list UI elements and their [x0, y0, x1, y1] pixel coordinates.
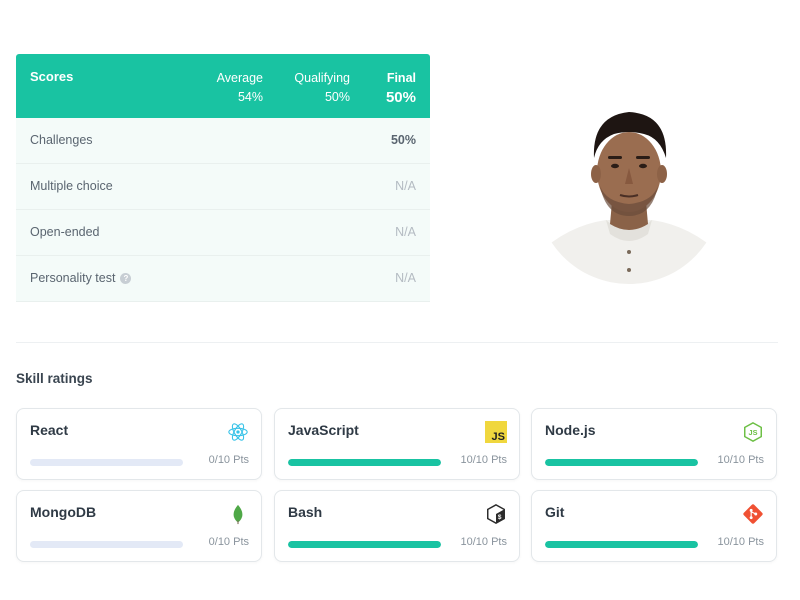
score-row-personality-test: Personality test ? N/A — [16, 256, 430, 302]
svg-text:JS: JS — [749, 428, 758, 437]
skill-name: React — [30, 422, 69, 438]
skill-progress-fill — [545, 459, 698, 466]
skill-progress-fill — [288, 459, 441, 466]
scores-table: Scores Average 54% Qualifying 50% Final … — [16, 54, 430, 302]
average-column: Average 54% — [217, 69, 263, 107]
skill-progress-bar — [545, 459, 698, 466]
scores-label: Scores — [30, 69, 74, 84]
score-row-value: N/A — [395, 225, 416, 239]
score-row-label: Open-ended — [30, 225, 100, 239]
skill-progress-fill — [545, 541, 698, 548]
skills-title: Skill ratings — [16, 371, 93, 386]
svg-text:$: $ — [498, 514, 502, 521]
skill-card-nodejs[interactable]: Node.js JS 10/10 Pts — [531, 408, 777, 480]
skill-points: 10/10 Pts — [460, 454, 507, 466]
skill-progress-bar — [288, 541, 441, 548]
svg-text:JS: JS — [492, 431, 505, 443]
skill-name: Node.js — [545, 422, 596, 438]
qualifying-column: Qualifying 50% — [294, 69, 350, 107]
score-row-open-ended: Open-ended N/A — [16, 210, 430, 256]
qualifying-value: 50% — [324, 90, 350, 104]
final-value: 50% — [385, 89, 416, 106]
average-value: 54% — [237, 90, 263, 104]
final-label: Final — [386, 71, 416, 85]
skill-card-git[interactable]: Git 10/10 Pts — [531, 490, 777, 562]
candidate-avatar — [536, 98, 722, 284]
skill-name: Bash — [288, 504, 323, 520]
nodejs-icon: JS — [742, 421, 764, 443]
skill-points: 10/10 Pts — [717, 536, 764, 548]
score-row-challenges: Challenges 50% — [16, 118, 430, 164]
skill-progress-bar — [288, 459, 441, 466]
scores-header: Scores Average 54% Qualifying 50% Final … — [16, 54, 430, 118]
skill-points: 0/10 Pts — [208, 454, 249, 466]
score-row-label: Challenges — [30, 133, 93, 147]
section-divider — [16, 342, 778, 343]
mongodb-icon — [227, 503, 249, 525]
skill-card-bash[interactable]: Bash $ 10/10 Pts — [274, 490, 520, 562]
skill-card-javascript[interactable]: JavaScript JS 10/10 Pts — [274, 408, 520, 480]
qualifying-label: Qualifying — [294, 71, 350, 85]
score-row-multiple-choice: Multiple choice N/A — [16, 164, 430, 210]
score-row-label: Multiple choice — [30, 179, 113, 193]
skill-name: JavaScript — [288, 422, 359, 438]
skill-name: MongoDB — [30, 504, 97, 520]
score-row-value: 50% — [390, 133, 416, 147]
skill-card-react[interactable]: React 0/10 Pts — [16, 408, 262, 480]
javascript-icon: JS — [485, 421, 507, 443]
skill-progress-bar — [545, 541, 698, 548]
final-column: Final 50% — [386, 69, 416, 107]
skill-progress-bar — [30, 541, 183, 548]
average-label: Average — [216, 71, 263, 85]
skill-points: 10/10 Pts — [717, 454, 764, 466]
react-icon — [227, 421, 249, 443]
score-row-value: N/A — [395, 271, 416, 285]
skill-points: 10/10 Pts — [460, 536, 507, 548]
score-row-value: N/A — [395, 179, 416, 193]
skill-card-mongodb[interactable]: MongoDB 0/10 Pts — [16, 490, 262, 562]
score-row-label: Personality test — [30, 271, 116, 285]
bash-icon: $ — [485, 503, 507, 525]
skill-points: 0/10 Pts — [208, 536, 249, 548]
help-icon[interactable]: ? — [120, 272, 132, 284]
skill-name: Git — [545, 504, 565, 520]
skill-progress-bar — [30, 459, 183, 466]
score-row-label-wrap: Personality test ? — [30, 271, 132, 285]
git-icon — [742, 503, 764, 525]
skill-progress-fill — [288, 541, 441, 548]
